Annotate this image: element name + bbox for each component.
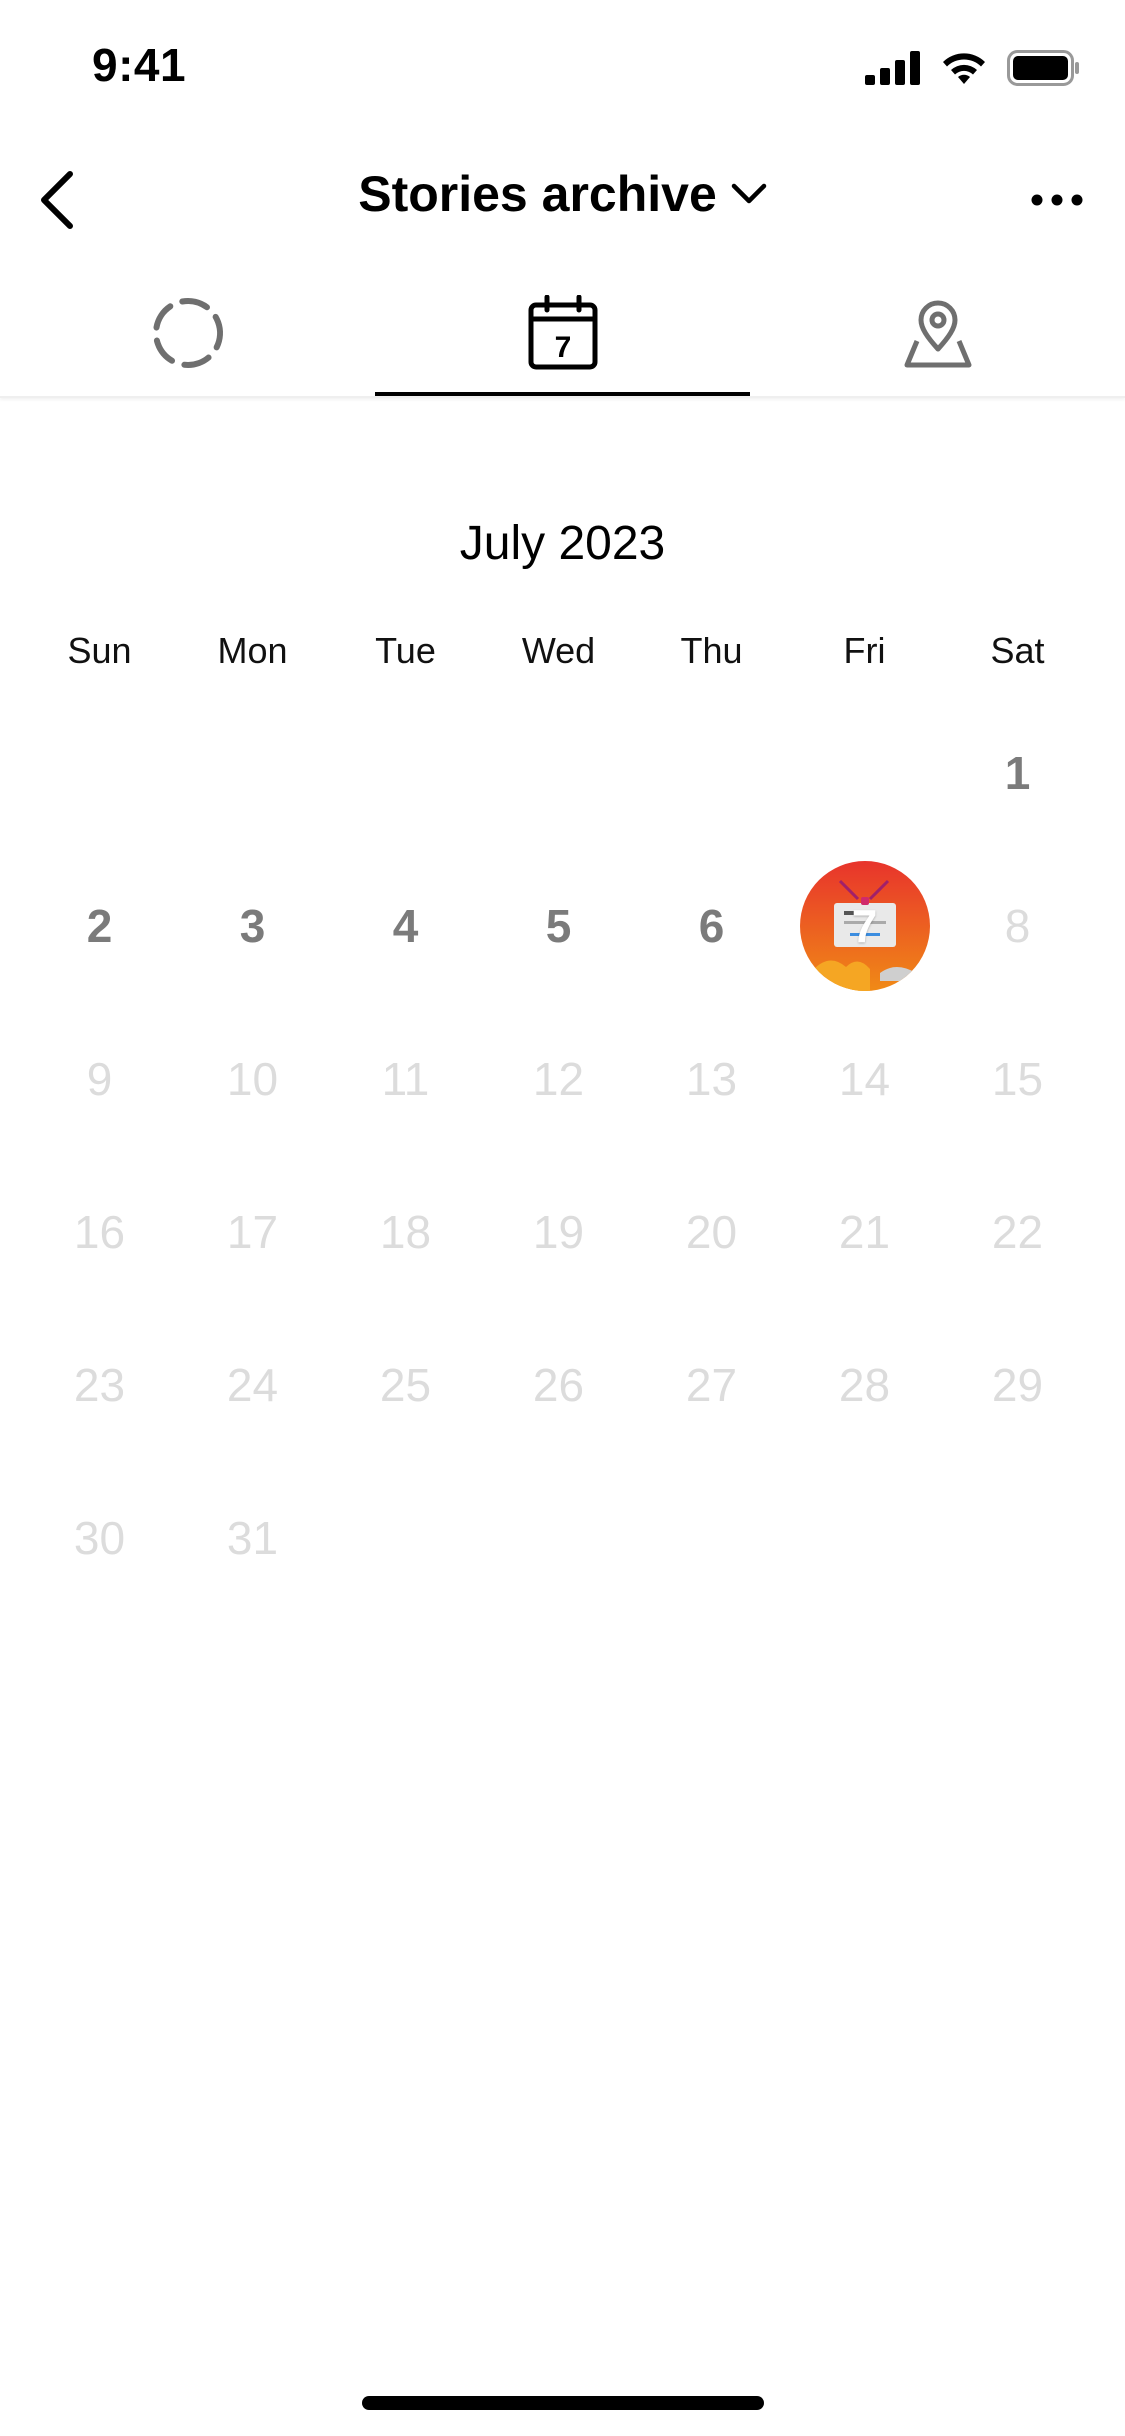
calendar-day: 14 [838,1052,891,1105]
calendar-day: 2 [86,899,113,952]
calendar-blank-cell [788,696,941,849]
calendar-grid: 1 2 3 4 5 6 7 8 9 10 11 12 13 14 15 16 1… [23,696,1094,1614]
calendar-day: 20 [685,1205,738,1258]
calendar-day: 10 [226,1052,279,1105]
status-icons [865,50,1081,86]
chevron-down-icon [731,183,767,204]
calendar-day-with-story[interactable]: 7 [788,849,941,1002]
calendar-day: 19 [532,1205,585,1258]
battery-icon [1007,50,1079,86]
calendar-day: 27 [685,1358,738,1411]
calendar-day: 9 [86,1052,113,1105]
calendar-day: 24 [226,1358,279,1411]
page-title: Stories archive [358,166,717,222]
calendar-blank-cell [635,696,788,849]
weekday-label: Sun [67,630,132,671]
tab-calendar[interactable]: 7 [375,270,750,396]
archive-type-selector[interactable]: Stories archive [0,165,1125,223]
story-day-number: 7 [851,899,878,952]
calendar-day: 15 [991,1052,1044,1105]
wifi-icon [943,53,985,84]
calendar-day: 3 [239,899,266,952]
home-indicator [362,2396,764,2410]
map-pin-icon [904,300,971,368]
calendar-day: 18 [379,1205,432,1258]
weekday-label: Fri [843,630,886,671]
tab-map[interactable] [750,270,1125,396]
weekday-label: Mon [217,630,288,671]
archive-tabs: 7 [0,270,1125,398]
calendar-day: 17 [226,1205,279,1258]
calendar-day: 29 [991,1358,1044,1411]
calendar-blank-cell [482,696,635,849]
calendar-day: 5 [545,899,572,952]
calendar-day: 12 [532,1052,585,1105]
calendar-day: 4 [392,899,419,952]
calendar-blank-cell [23,696,176,849]
more-horizontal-icon [1031,194,1083,206]
calendar-day: 6 [698,899,725,952]
story-thumbnail[interactable]: 7 [799,860,930,991]
calendar-day: 11 [381,1052,430,1105]
weekday-label: Sat [990,630,1045,671]
calendar-day: 23 [73,1358,126,1411]
calendar-day: 13 [685,1052,738,1105]
nav-bar: Stories archive [0,140,1125,260]
weekday-label: Thu [680,630,743,671]
weekday-label: Wed [521,630,596,671]
calendar-day: 8 [1004,899,1031,952]
calendar-day: 1 [1004,746,1031,799]
calendar-icon-number: 7 [554,331,571,364]
calendar-blank-cell [329,696,482,849]
status-bar: 9:41 [0,0,1125,140]
calendar-day: 22 [991,1205,1044,1258]
tab-stories[interactable] [0,270,375,396]
calendar-day: 21 [838,1205,891,1258]
calendar-icon: 7 [528,295,597,370]
status-time: 9:41 [92,39,187,91]
calendar-blank-cell [176,696,329,849]
calendar-day: 26 [532,1358,585,1411]
weekday-label: Tue [375,630,436,671]
calendar-day: 31 [226,1511,279,1564]
calendar-day: 16 [73,1205,126,1258]
calendar-day: 28 [838,1358,891,1411]
calendar-day: 25 [379,1358,432,1411]
more-options-button[interactable] [1017,162,1097,238]
cellular-signal-icon [865,51,920,85]
weekday-header: Sun Mon Tue Wed Thu Fri Sat [0,630,1125,672]
calendar-day: 30 [73,1511,126,1564]
dashed-circle-icon [152,298,223,368]
month-title: July 2023 [459,517,666,570]
